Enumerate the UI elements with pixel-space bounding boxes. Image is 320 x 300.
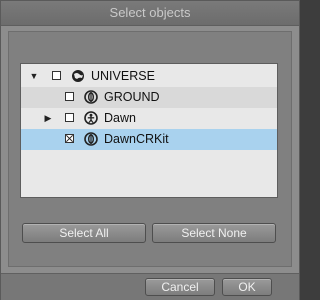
checkbox-universe[interactable] <box>52 71 61 80</box>
select-none-button[interactable]: Select None <box>152 223 276 243</box>
prop-icon <box>84 132 98 146</box>
checkbox-dawncrkit[interactable] <box>65 134 74 143</box>
tree-row-ground[interactable]: GROUND <box>21 87 277 108</box>
collapse-arrow-icon[interactable]: ▶ <box>43 108 53 129</box>
figure-icon <box>84 111 98 125</box>
tree-row-dawn[interactable]: ▶ Dawn <box>21 108 277 129</box>
prop-icon <box>84 90 98 104</box>
tree-label-dawncrkit: DawnCRKit <box>104 132 169 146</box>
select-objects-dialog: Select objects ▼ UNIVERSE GROUND ▶ Dawn … <box>0 0 300 300</box>
tree-row-dawncrkit[interactable]: DawnCRKit <box>21 129 277 150</box>
select-all-button[interactable]: Select All <box>22 223 146 243</box>
cancel-button[interactable]: Cancel <box>145 278 215 296</box>
tree-label-ground: GROUND <box>104 90 160 104</box>
checkbox-ground[interactable] <box>65 92 74 101</box>
checkbox-dawn[interactable] <box>65 113 74 122</box>
dialog-title: Select objects <box>1 1 299 26</box>
globe-icon <box>72 70 84 82</box>
tree-label-universe: UNIVERSE <box>91 69 155 83</box>
object-tree[interactable]: ▼ UNIVERSE GROUND ▶ Dawn DawnCRKit <box>20 63 278 198</box>
ok-button[interactable]: OK <box>222 278 272 296</box>
tree-row-universe[interactable]: ▼ UNIVERSE <box>21 66 277 87</box>
expand-arrow-icon[interactable]: ▼ <box>29 66 39 87</box>
tree-label-dawn: Dawn <box>104 111 136 125</box>
